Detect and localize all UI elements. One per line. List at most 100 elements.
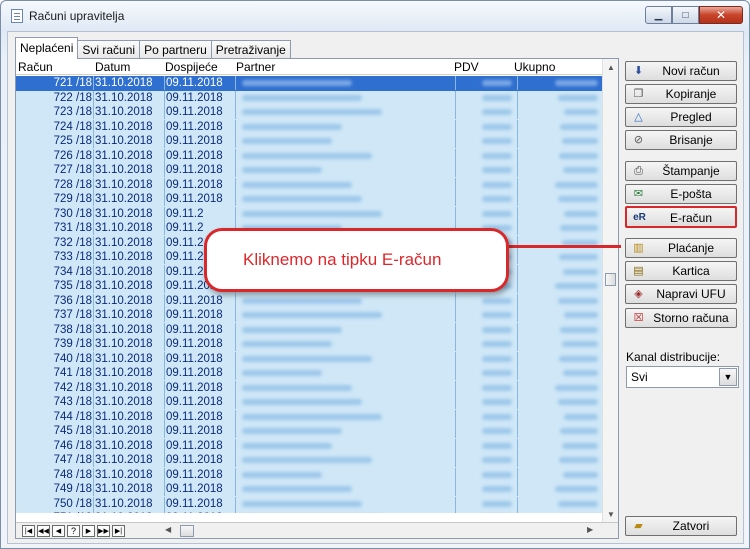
table-row[interactable]: 743 /18 31.10.2018 09.11.2018 [16,395,602,410]
tab-neplaceni[interactable]: Neplaćeni [15,37,79,59]
maximize-button[interactable]: □ [672,6,699,24]
napravi-ufu-button[interactable]: ◈ Napravi UFU [625,284,737,304]
table-row[interactable]: 738 /18 31.10.2018 09.11.2018 [16,322,602,338]
minimize-button[interactable]: ▁ [645,6,672,24]
invoice-due-date: 09.11.2018 [164,467,234,482]
table-row[interactable]: 730 /18 31.10.2018 09.11.2 [16,206,602,222]
kanal-distribucije-label: Kanal distribucije: [626,350,721,364]
help-icon[interactable]: ? [67,525,80,537]
table-row[interactable]: 741 /18 31.10.2018 09.11.2018 [16,366,602,381]
invoice-date: 31.10.2018 [93,163,163,177]
column-header-pdv[interactable]: PDV [454,60,479,74]
tab-svi-racuni[interactable]: Svi računi [77,40,141,59]
tab-po-partneru[interactable]: Po partneru [139,40,212,59]
next-page-icon[interactable]: ▶▶ [97,525,110,537]
table-row[interactable]: 724 /18 31.10.2018 09.11.2018 [16,119,602,135]
scroll-up-icon[interactable]: ▲ [603,59,619,75]
money-icon: ▥ [633,242,644,254]
pdv-cell-blurred [455,453,517,467]
table-row[interactable]: 737 /18 31.10.2018 09.11.2018 [16,308,602,323]
scroll-thumb[interactable] [605,273,616,286]
eracun-button[interactable]: eR E-račun [625,206,737,228]
invoice-date: 31.10.2018 [93,105,163,119]
pdv-cell-blurred [455,206,517,221]
column-header-partner[interactable]: Partner [236,60,275,74]
invoice-date: 31.10.2018 [93,453,163,467]
ukupno-cell-blurred [517,337,602,351]
invoice-date: 31.10.2018 [93,395,163,409]
invoice-date: 31.10.2018 [93,482,163,496]
ukupno-cell-blurred [517,395,602,409]
table-row[interactable]: 726 /18 31.10.2018 09.11.2018 [16,148,602,164]
invoice-date: 31.10.2018 [93,250,163,264]
invoice-due-date: 09.11.2018 [164,409,234,424]
stampanje-button[interactable]: ⎙ Štampanje [625,161,737,181]
kopiranje-button[interactable]: ❐ Kopiranje [625,84,737,104]
horizontal-scrollbar[interactable]: ◀ ▶ [155,524,602,538]
invoice-date: 31.10.2018 [93,424,163,438]
invoice-number: 734 /18 [53,265,92,278]
brisanje-button[interactable]: ⊘ Brisanje [625,130,737,150]
pregled-button[interactable]: △ Pregled [625,107,737,127]
placanje-button[interactable]: ▥ Plaćanje [625,238,737,258]
novi-racun-button[interactable]: ⬇ Novi račun [625,61,737,81]
vertical-scrollbar[interactable]: ▲ ▼ [602,59,618,522]
table-row[interactable]: 742 /18 31.10.2018 09.11.2018 [16,380,602,396]
invoice-number: 739 /18 [53,338,92,350]
ukupno-cell-blurred [517,438,602,453]
table-row[interactable]: 723 /18 31.10.2018 09.11.2018 [16,105,602,120]
table-row[interactable]: 739 /18 31.10.2018 09.11.2018 [16,337,602,352]
ukupno-cell-blurred [517,496,602,511]
eposta-button[interactable]: ✉ E-pošta [625,184,737,204]
table-row[interactable]: 747 /18 31.10.2018 09.11.2018 [16,453,602,468]
scroll-left-icon[interactable]: ◀ [165,525,171,534]
invoice-number: 743 /18 [53,396,92,408]
table-row[interactable]: 744 /18 31.10.2018 09.11.2018 [16,409,602,425]
first-record-icon[interactable]: |◀ [22,525,35,537]
partner-cell-blurred [235,90,455,105]
prev-record-icon[interactable]: ◀ [52,525,65,537]
table-row[interactable]: 722 /18 31.10.2018 09.11.2018 [16,90,602,106]
invoice-number: 742 /18 [53,381,92,394]
table-row[interactable]: 740 /18 31.10.2018 09.11.2018 [16,351,602,367]
table-row[interactable]: 721 /18 31.10.2018 09.11.2018 [16,76,602,91]
table-row[interactable]: 745 /18 31.10.2018 09.11.2018 [16,424,602,439]
scroll-right-icon[interactable]: ▶ [587,525,593,534]
table-row[interactable]: 725 /18 31.10.2018 09.11.2018 [16,134,602,149]
chevron-down-icon[interactable]: ▼ [719,368,737,386]
column-header-datum[interactable]: Datum [95,60,130,74]
table-row[interactable]: 746 /18 31.10.2018 09.11.2018 [16,438,602,454]
zatvori-button[interactable]: ▰ Zatvori [625,516,737,536]
hscroll-thumb[interactable] [180,525,194,537]
kartica-button[interactable]: ▤ Kartica [625,261,737,281]
invoice-date: 31.10.2018 [93,90,163,105]
next-record-icon[interactable]: ▶ [82,525,95,537]
invoice-due-date: 09.11.2018 [164,76,234,90]
partner-cell-blurred [235,395,455,409]
prev-page-icon[interactable]: ◀◀ [37,525,50,537]
close-button[interactable]: ✕ [699,6,743,24]
storno-racuna-button[interactable]: ☒ Storno računa [625,308,737,328]
table-row[interactable]: 736 /18 31.10.2018 09.11.2018 [16,293,602,309]
table-row[interactable]: 749 /18 31.10.2018 09.11.2018 [16,482,602,497]
table-row[interactable]: 729 /18 31.10.2018 09.11.2018 [16,192,602,207]
table-row[interactable]: 728 /18 31.10.2018 09.11.2018 [16,177,602,193]
ukupno-cell-blurred [517,293,602,308]
table-row[interactable]: 750 /18 31.10.2018 09.11.2018 [16,496,602,512]
table-row[interactable]: 727 /18 31.10.2018 09.11.2018 [16,163,602,178]
partner-cell-blurred [235,177,455,192]
table-row[interactable]: 751 /1831.10.201809.11.2018 [16,511,602,513]
table-row[interactable]: 748 /18 31.10.2018 09.11.2018 [16,467,602,483]
column-header-dospijece[interactable]: Dospijeće [165,60,218,74]
column-header-racun[interactable]: Račun [18,60,53,74]
column-header-ukupno[interactable]: Ukupno [514,60,555,74]
callout-connector [509,245,621,248]
title-bar[interactable]: Računi upravitelja ▁ □ ✕ [1,1,749,31]
invoice-due-date: 09.11.2018 [164,351,234,366]
scroll-down-icon[interactable]: ▼ [603,506,619,522]
kanal-distribucije-select[interactable]: Svi ▼ [626,366,739,388]
document-icon [11,9,23,23]
invoice-date: 31.10.2018 [93,351,163,366]
last-record-icon[interactable]: ▶| [112,525,125,537]
tab-pretrazivanje[interactable]: Pretraživanje [210,40,291,59]
